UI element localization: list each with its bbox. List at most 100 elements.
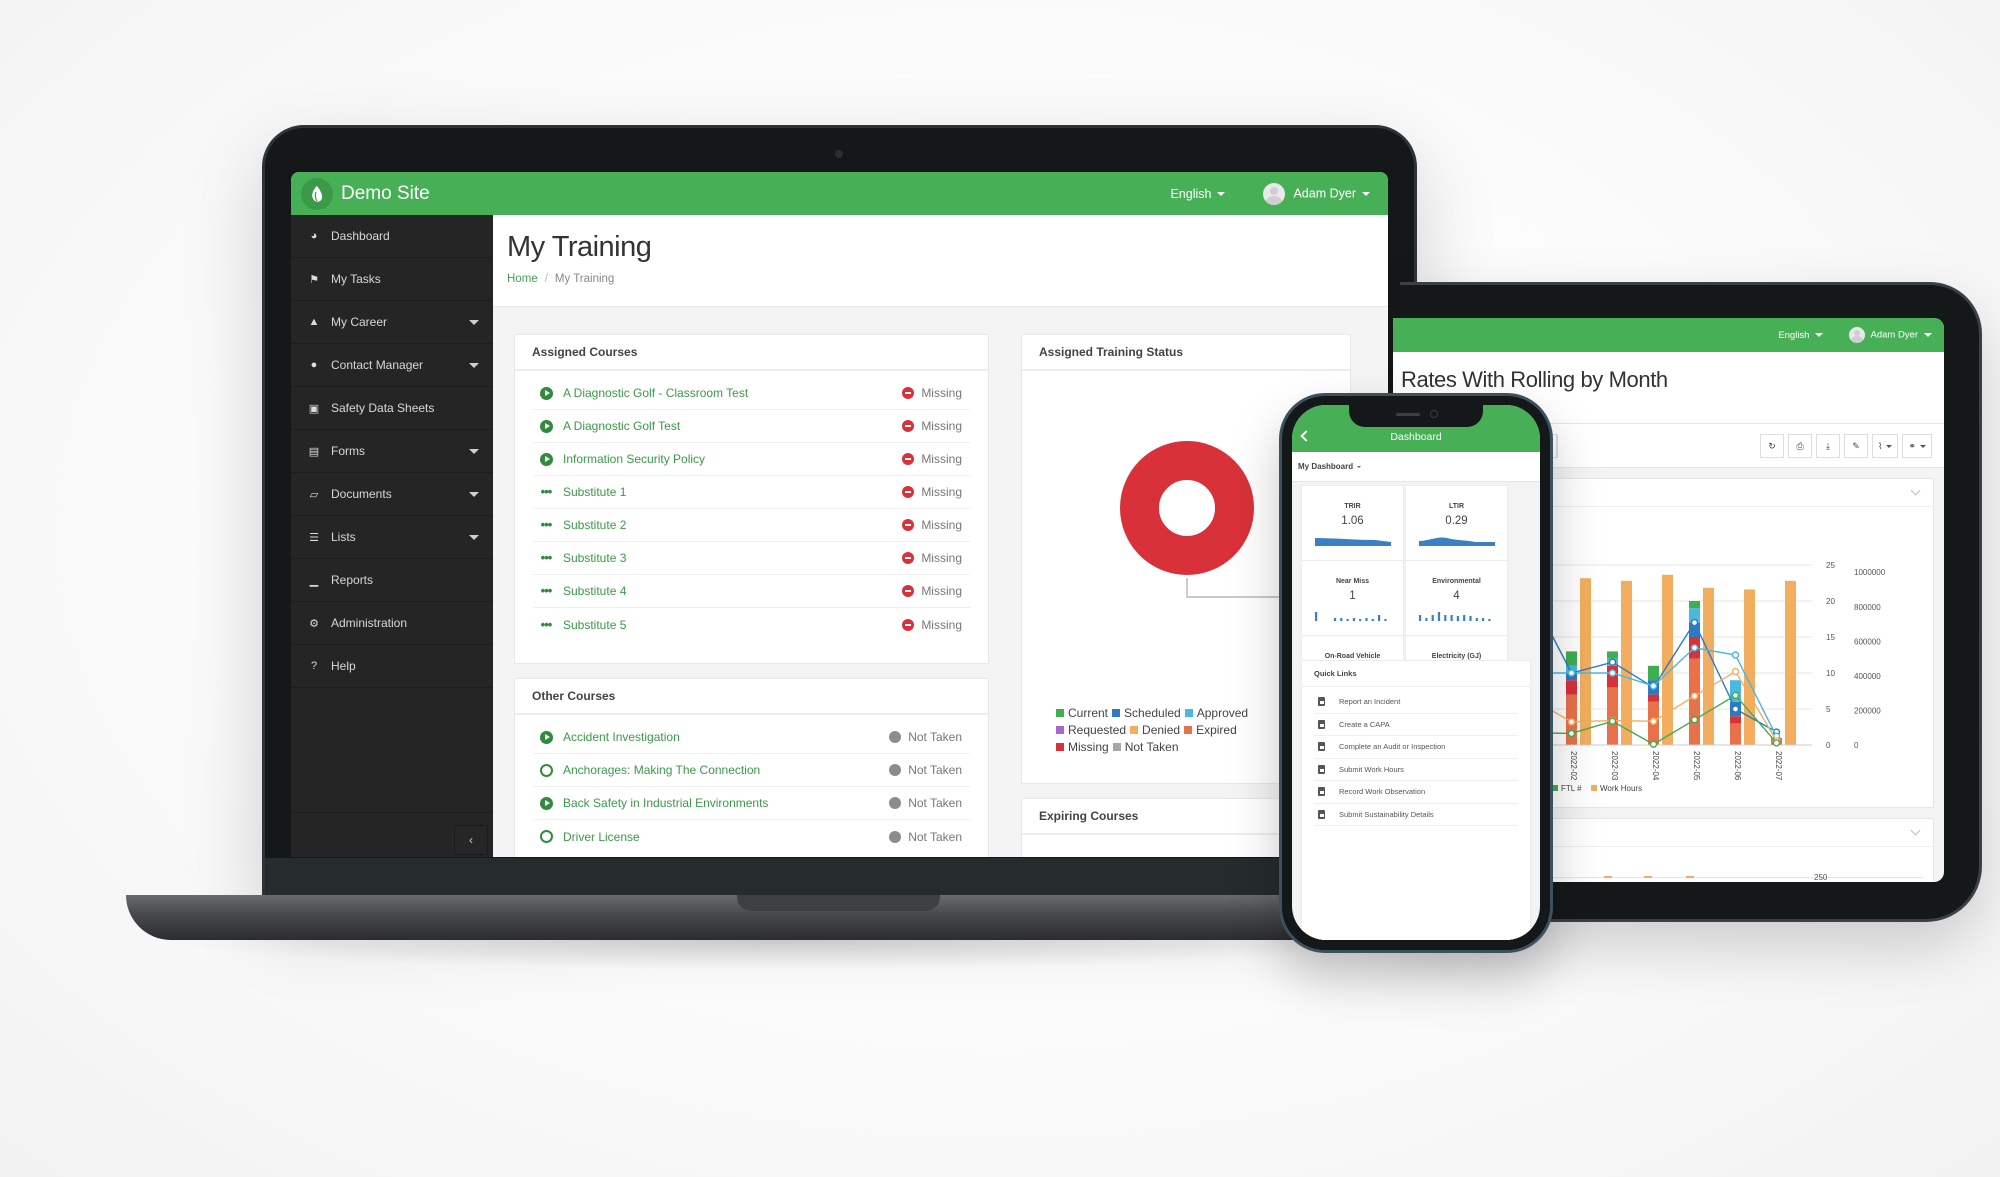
legend-item-workhours[interactable]: Work Hours — [1591, 784, 1642, 793]
quick-link[interactable]: Report an Incident — [1314, 691, 1518, 714]
line-point-rolling-lti[interactable] — [1649, 682, 1658, 690]
course-link[interactable]: A Diagnostic Golf Test — [563, 419, 902, 433]
donut-slice-missing[interactable] — [1120, 441, 1254, 575]
language-dropdown[interactable]: English — [1170, 187, 1226, 201]
breadcrumb-home-link[interactable]: Home — [507, 273, 538, 285]
sidebar-item-forms[interactable]: ▤ Forms — [291, 430, 493, 473]
bar-work-hours-2022-05[interactable] — [1703, 587, 1714, 745]
legend-item-current[interactable]: Current — [1056, 705, 1108, 722]
print-button[interactable]: ⎙ — [1788, 434, 1813, 458]
line-point-rolling-lti[interactable] — [1690, 644, 1699, 652]
line-point-rolling-lti[interactable] — [1567, 669, 1576, 677]
download-button[interactable]: ⤓ — [1816, 434, 1841, 458]
bar-fac-2022-05[interactable] — [1689, 658, 1700, 745]
dots-icon: ••• — [540, 484, 553, 499]
bar-ftl-2022-02[interactable] — [1566, 651, 1577, 666]
bar-work-hours-2022-06[interactable] — [1744, 589, 1755, 745]
status-label: Missing — [921, 518, 962, 532]
avatar — [1849, 327, 1866, 343]
sidebar-item-help[interactable]: ? Help — [291, 645, 493, 688]
line-point-rolling-ftl[interactable] — [1608, 717, 1617, 725]
line-point-rolling-fac[interactable] — [1649, 717, 1658, 725]
kpi-value: 0.29 — [1445, 515, 1468, 527]
legend-item-missing[interactable]: Missing — [1056, 739, 1109, 756]
legend-label: Approved — [1196, 706, 1249, 720]
sidebar-item-my-career[interactable]: ▲ My Career — [291, 301, 493, 344]
course-link[interactable]: Driver License — [563, 830, 889, 844]
sidebar-collapse-button[interactable]: ‹ — [454, 825, 488, 855]
bar-fac-2022-06[interactable] — [1730, 723, 1741, 745]
kpi-card-ltir[interactable]: LTIR 0.29 — [1405, 485, 1508, 561]
legend-item-denied[interactable]: Denied — [1130, 722, 1180, 739]
line-point-rolling-fac[interactable] — [1731, 667, 1740, 676]
legend-item-expired[interactable]: Expired — [1184, 722, 1237, 739]
quick-link[interactable]: Create a CAPA — [1314, 714, 1518, 736]
line-point-rolling-lti[interactable] — [1608, 669, 1617, 677]
legend-item-ftl[interactable]: FTL # — [1552, 784, 1582, 793]
bar-ftl-2022-05[interactable] — [1689, 601, 1700, 609]
sidebar-item-my-tasks[interactable]: ⚑ My Tasks — [291, 258, 493, 301]
legend-item-approved[interactable]: Approved — [1184, 705, 1249, 722]
course-link[interactable]: Substitute 1 — [563, 485, 902, 499]
line-point-rolling-rwc[interactable] — [1608, 658, 1617, 666]
rss-dropdown[interactable]: ⌇ — [1872, 434, 1899, 458]
course-link[interactable]: Substitute 4 — [563, 584, 902, 598]
course-link[interactable]: Substitute 5 — [563, 618, 902, 632]
course-link[interactable]: Substitute 2 — [563, 518, 902, 532]
line-point-rolling-ftl[interactable] — [1649, 740, 1658, 748]
line-point-rolling-ftl[interactable] — [1567, 729, 1576, 738]
bar-work-hours-2022-07[interactable] — [1785, 580, 1796, 745]
tablet-language-dropdown[interactable]: English — [1778, 330, 1824, 341]
bar-mtc-2022-04[interactable] — [1648, 694, 1659, 702]
sidebar-item-lists[interactable]: ☰ Lists — [291, 516, 493, 559]
course-link[interactable]: Accident Investigation — [563, 730, 889, 744]
sidebar-item-administration[interactable]: ⚙ Administration — [291, 602, 493, 645]
quick-link[interactable]: Submit Sustainability Details — [1314, 804, 1518, 826]
line-point-rolling-rwc[interactable] — [1690, 618, 1699, 627]
kpi-card-near-miss[interactable]: Near Miss 1 — [1301, 560, 1404, 636]
course-link[interactable]: A Diagnostic Golf - Classroom Test — [563, 386, 902, 400]
chevron-down-icon[interactable] — [1910, 825, 1921, 836]
bar-ftl-2022-03[interactable] — [1607, 651, 1618, 659]
y-right-tick: 0 — [1854, 741, 1859, 750]
bar-mtc-2022-02[interactable] — [1566, 680, 1577, 695]
legend-item-scheduled[interactable]: Scheduled — [1112, 705, 1181, 722]
course-link[interactable]: Substitute 3 — [563, 551, 902, 565]
x-tick-label: 2022-05 — [1692, 751, 1701, 781]
brand[interactable]: Demo Site — [301, 177, 430, 210]
course-link[interactable]: Information Security Policy — [563, 452, 902, 466]
line-point-rolling-fac[interactable] — [1567, 718, 1576, 726]
graduation-cap-icon: ▲ — [308, 316, 320, 328]
bar-fac-2022-03[interactable] — [1607, 687, 1618, 745]
sidebar-item-contact-manager[interactable]: ● Contact Manager — [291, 344, 493, 387]
line-point-rolling-ftl[interactable] — [1772, 739, 1781, 747]
chevron-down-icon[interactable] — [1910, 485, 1921, 496]
line-point-rolling-rwc[interactable] — [1731, 705, 1740, 713]
kpi-card-trir[interactable]: TRIR 1.06 — [1301, 485, 1404, 561]
course-link[interactable]: Back Safety in Industrial Environments — [563, 796, 889, 810]
bar-ftl-2022-04[interactable] — [1648, 665, 1659, 681]
link-dropdown[interactable]: ⚭ — [1902, 434, 1932, 458]
bar-work-hours-2022-02[interactable] — [1580, 578, 1591, 745]
line-point-rolling-lti[interactable] — [1731, 651, 1740, 659]
sidebar-item-dashboard[interactable]: ◕ Dashboard — [291, 215, 493, 258]
sidebar-item-safety-data-sheets[interactable]: ▣ Safety Data Sheets — [291, 387, 493, 430]
kpi-card-environmental[interactable]: Environmental 4 — [1405, 560, 1508, 636]
legend-item-requested[interactable]: Requested — [1056, 722, 1126, 739]
dashboard-selector[interactable]: My Dashboard — [1292, 452, 1540, 482]
quick-link[interactable]: Record Work Observation — [1314, 781, 1518, 804]
quick-link[interactable]: Complete an Audit or Inspection — [1314, 736, 1518, 759]
line-point-rolling-ftl[interactable] — [1731, 691, 1740, 700]
legend-item-not-taken[interactable]: Not Taken — [1112, 739, 1179, 756]
edit-button[interactable]: ✎ — [1844, 434, 1869, 458]
sidebar-item-reports[interactable]: ▁ Reports — [291, 559, 493, 602]
user-menu[interactable]: Adam Dyer — [1263, 182, 1370, 205]
tablet-user-menu[interactable]: Adam Dyer — [1849, 327, 1932, 343]
line-point-rolling-fac[interactable] — [1690, 692, 1699, 700]
course-link[interactable]: Anchorages: Making The Connection — [563, 763, 889, 777]
sidebar-item-documents[interactable]: ▱ Documents — [291, 473, 493, 516]
bar-mtc-2022-06[interactable] — [1730, 716, 1741, 724]
quick-link[interactable]: Submit Work Hours — [1314, 759, 1518, 781]
refresh-button[interactable]: ↻ — [1760, 434, 1785, 458]
line-point-rolling-ftl[interactable] — [1690, 716, 1699, 724]
